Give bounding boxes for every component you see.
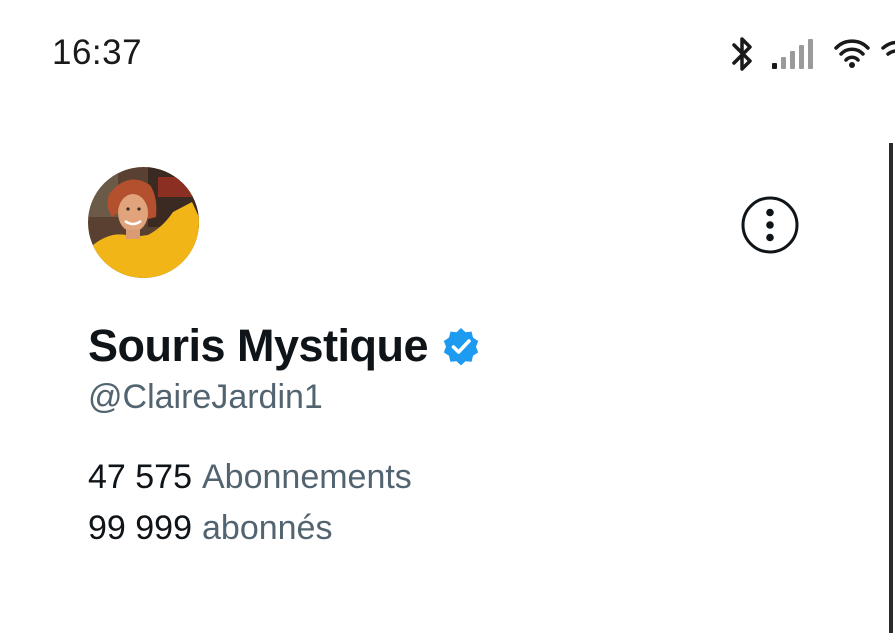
avatar-photo — [88, 167, 199, 278]
wifi-icon — [881, 40, 895, 56]
display-name-row: Souris Mystique — [88, 318, 481, 374]
following-stat[interactable]: 47 575 Abonnements — [88, 458, 412, 497]
panel-edge-divider — [889, 143, 893, 633]
status-time: 16:37 — [52, 33, 143, 72]
display-name: Souris Mystique — [88, 320, 429, 371]
status-bar: 16:37 — [0, 0, 895, 100]
followers-count: 99 999 — [88, 509, 192, 547]
wifi-icon — [834, 39, 870, 68]
followers-label: abonnés — [202, 509, 333, 547]
more-options-icon — [741, 196, 799, 254]
followers-stat[interactable]: 99 999 abonnés — [88, 509, 332, 548]
user-handle: @ClaireJardin1 — [88, 378, 323, 416]
avatar[interactable] — [88, 167, 199, 278]
following-count: 47 575 — [88, 458, 192, 496]
more-options-button[interactable] — [741, 196, 799, 254]
bluetooth-icon — [732, 37, 752, 71]
following-label: Abonnements — [202, 458, 412, 496]
signal-icon — [772, 39, 813, 69]
verified-badge-icon[interactable] — [441, 326, 481, 366]
